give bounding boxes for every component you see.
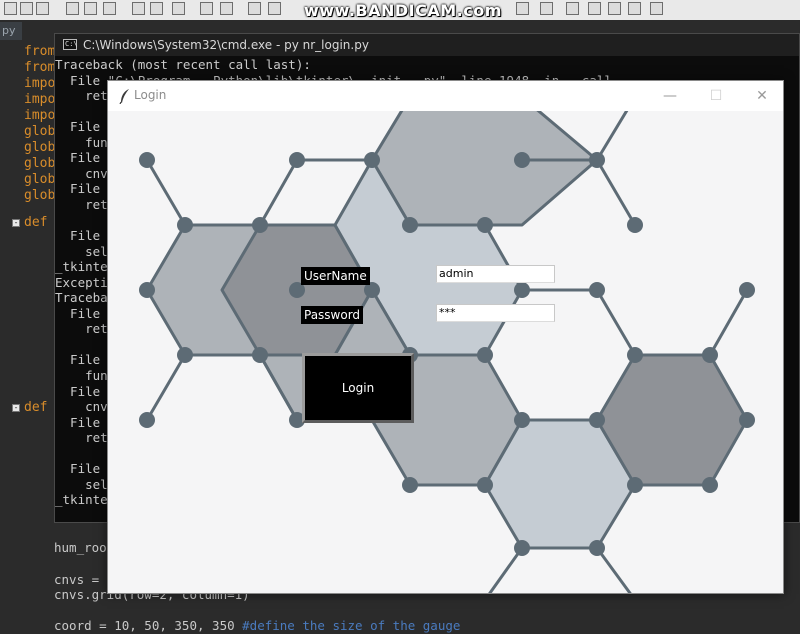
hexagon-node xyxy=(514,540,530,556)
code-keyword: impo xyxy=(24,108,56,123)
code-keyword: glob xyxy=(24,172,56,187)
copy-icon[interactable] xyxy=(150,2,163,15)
print-icon[interactable] xyxy=(103,2,116,15)
save-icon[interactable] xyxy=(36,2,49,15)
hexagon-connector xyxy=(258,159,299,226)
login-window[interactable]: Login — ☐ ✕ UserName admin Password *** … xyxy=(107,80,784,594)
ide-toolbar: www.BANDICAM.com xyxy=(0,0,800,21)
hexagon-connector xyxy=(595,159,637,226)
new-file-icon[interactable] xyxy=(4,2,17,15)
code-keyword: impo xyxy=(24,76,56,91)
cmd-app-icon: C:\ xyxy=(63,39,78,50)
cmd-title: C:\Windows\System32\cmd.exe - py nr_logi… xyxy=(83,38,369,52)
hexagon-node xyxy=(177,217,193,233)
hexagon-node xyxy=(739,282,755,298)
hexagon-shape xyxy=(370,111,599,227)
login-window-title: Login xyxy=(134,88,167,102)
hexagon-node xyxy=(139,282,155,298)
undo-icon[interactable] xyxy=(200,2,213,15)
hexagon-node xyxy=(627,477,643,493)
hexagon-background xyxy=(139,111,755,593)
maximize-button[interactable]: ☐ xyxy=(693,81,739,111)
replace-icon[interactable] xyxy=(268,2,281,15)
hexagon-node xyxy=(589,282,605,298)
code-line: cnvs = xyxy=(54,572,107,587)
login-button[interactable]: Login xyxy=(302,353,414,423)
hexagon-node xyxy=(402,477,418,493)
password-label: Password xyxy=(301,306,364,324)
hexagon-node xyxy=(402,217,418,233)
hexagon-node xyxy=(289,152,305,168)
code-keyword: glob xyxy=(24,140,56,155)
hexagon-connector xyxy=(595,547,632,593)
code-keyword-def: def xyxy=(24,215,48,230)
hexagon-node xyxy=(252,217,268,233)
fast-forward-icon[interactable] xyxy=(628,2,641,15)
hexagon-node xyxy=(739,412,755,428)
find-icon[interactable] xyxy=(248,2,261,15)
code-keyword: glob xyxy=(24,124,56,139)
password-input[interactable]: *** xyxy=(436,304,555,322)
play-icon[interactable] xyxy=(608,2,621,15)
hexagon-node xyxy=(627,347,643,363)
record-icon[interactable] xyxy=(566,2,579,15)
hexagon-node xyxy=(627,217,643,233)
hexagon-node xyxy=(702,477,718,493)
hexagon-node xyxy=(139,412,155,428)
recording-watermark: www.BANDICAM.com xyxy=(304,1,502,20)
cut-icon[interactable] xyxy=(132,2,145,15)
cmd-output-line: Traceback (most recent call last): xyxy=(55,57,311,72)
code-keyword: impo xyxy=(24,92,56,107)
code-keyword: from xyxy=(24,44,56,59)
hexagon-connector xyxy=(595,111,629,161)
hexagon-node xyxy=(477,217,493,233)
code-keyword: glob xyxy=(24,156,56,171)
editor-tab[interactable]: py xyxy=(0,22,22,40)
hexagon-node xyxy=(589,152,605,168)
code-keyword-def: def xyxy=(24,400,48,415)
code-keyword: from xyxy=(24,60,56,75)
code-line: coord = 10, 50, 350, 350 #define the siz… xyxy=(54,618,460,634)
hexagon-node xyxy=(364,152,380,168)
close-all-icon[interactable] xyxy=(84,2,97,15)
code-line: hum_roo xyxy=(54,540,107,555)
view-icon[interactable] xyxy=(540,2,553,15)
cmd-titlebar[interactable]: C:\ C:\Windows\System32\cmd.exe - py nr_… xyxy=(55,34,799,56)
hexagon-node xyxy=(177,347,193,363)
hexagon-node xyxy=(514,152,530,168)
close-file-icon[interactable] xyxy=(66,2,79,15)
hexagon-connector xyxy=(145,159,187,226)
hexagon-node xyxy=(589,540,605,556)
username-input[interactable]: admin xyxy=(436,265,555,283)
redo-icon[interactable] xyxy=(220,2,233,15)
hexagon-node xyxy=(589,412,605,428)
hexagon-node xyxy=(252,347,268,363)
open-file-icon[interactable] xyxy=(20,2,33,15)
hexagon-node xyxy=(514,282,530,298)
macro-icon[interactable] xyxy=(650,2,663,15)
username-label: UserName xyxy=(301,267,370,285)
code-keyword: glob xyxy=(24,188,56,203)
hexagon-node xyxy=(702,347,718,363)
hexagon-node xyxy=(477,347,493,363)
zoom-icon[interactable] xyxy=(516,2,529,15)
hexagon-connector xyxy=(488,547,524,593)
hexagon-node xyxy=(514,412,530,428)
stop-icon[interactable] xyxy=(588,2,601,15)
hexagon-connector xyxy=(595,289,637,356)
close-button[interactable]: ✕ xyxy=(739,81,785,111)
hexagon-node xyxy=(477,477,493,493)
hexagon-connector xyxy=(145,354,187,421)
login-canvas: UserName admin Password *** Login xyxy=(108,111,783,593)
hexagon-connector xyxy=(708,289,749,356)
paste-icon[interactable] xyxy=(172,2,185,15)
fold-toggle-icon[interactable]: - xyxy=(12,404,20,412)
fold-toggle-icon[interactable]: - xyxy=(12,219,20,227)
hexagon-node xyxy=(139,152,155,168)
minimize-button[interactable]: — xyxy=(647,81,693,111)
tk-feather-icon xyxy=(119,89,129,104)
login-titlebar[interactable]: Login — ☐ ✕ xyxy=(108,81,783,111)
